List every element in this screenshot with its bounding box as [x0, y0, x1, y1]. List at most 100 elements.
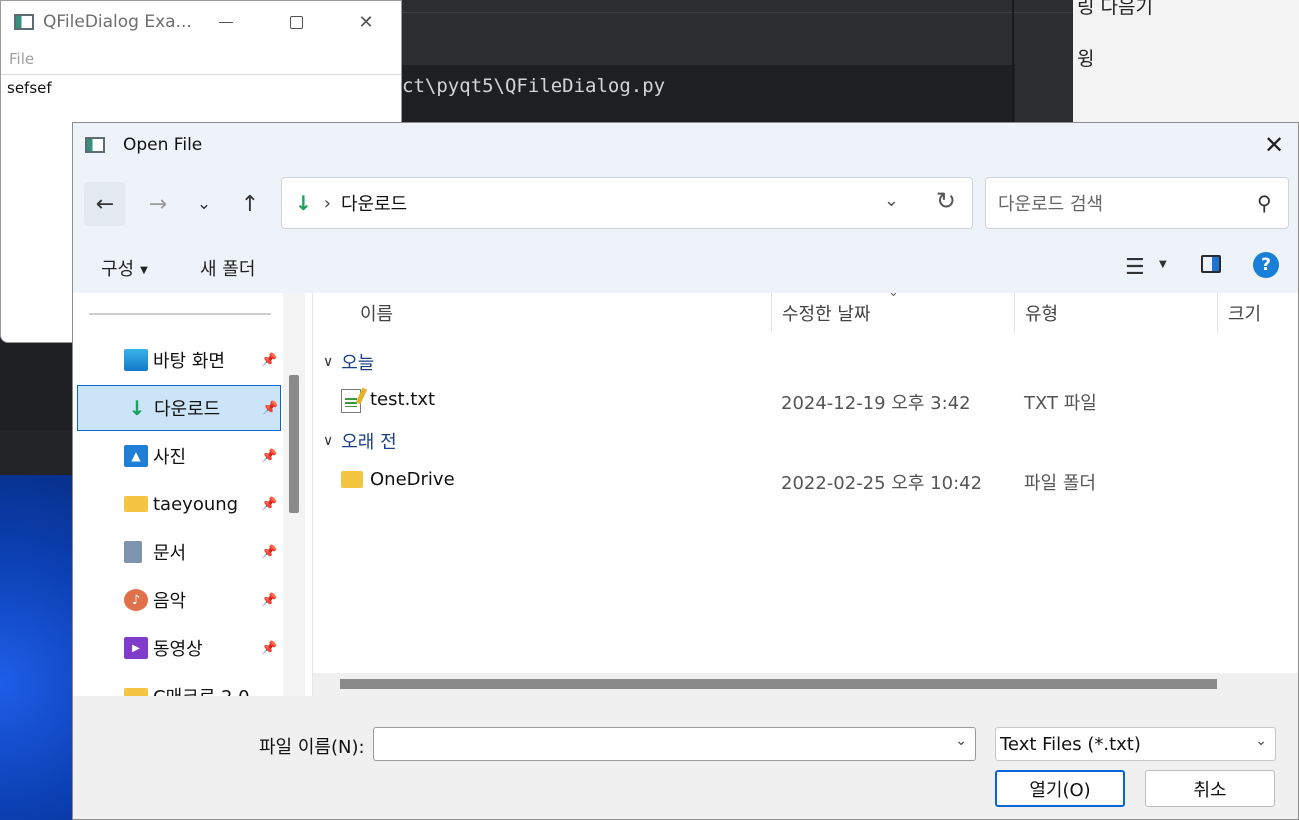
- dialog-close-button[interactable]: ✕: [1256, 127, 1292, 163]
- organize-button[interactable]: 구성 ▼: [101, 255, 148, 281]
- main-titlebar[interactable]: QFileDialog Exa... ✕: [1, 1, 401, 43]
- file-date: 2022-02-25 오후 10:42: [781, 473, 983, 494]
- filter-selected: Text Files (*.txt): [1000, 733, 1141, 755]
- close-icon: ✕: [1263, 131, 1285, 159]
- cancel-button[interactable]: 취소: [1145, 770, 1275, 807]
- address-row: ← → ⌄ ↑ ↓ › 다운로드 ⌄ ↻ 다운로드 검색 ⚲: [73, 167, 1298, 241]
- search-icon[interactable]: ⚲: [1257, 191, 1272, 215]
- arrow-right-icon: →: [148, 191, 168, 217]
- arrow-left-icon: ←: [95, 191, 115, 217]
- pictures-icon: ▲: [124, 445, 148, 467]
- nav-item-label: 바탕 화면: [153, 351, 225, 372]
- content-text: sefsef: [7, 79, 52, 97]
- file-name: OneDrive: [370, 469, 455, 490]
- nav-item-label: 문서: [153, 543, 187, 564]
- nav-item-macro[interactable]: C매크로 2.0: [77, 673, 281, 696]
- nav-item-label: 동영상: [153, 639, 203, 660]
- address-dropdown-button[interactable]: ⌄: [884, 190, 899, 211]
- desktop-icon: [124, 349, 148, 371]
- close-button[interactable]: ✕: [331, 1, 401, 43]
- organize-label: 구성: [101, 259, 135, 280]
- terminal-line: ct\pyqt5\QFileDialog.py: [402, 75, 666, 97]
- download-icon: ↓: [295, 191, 312, 215]
- dialog-titlebar[interactable]: Open File ✕: [73, 123, 1298, 167]
- up-button[interactable]: ↑: [229, 182, 271, 226]
- dialog-app-icon: [85, 137, 105, 153]
- file-type: TXT 파일: [1024, 393, 1097, 414]
- column-separator[interactable]: [771, 293, 772, 333]
- search-input[interactable]: 다운로드 검색 ⚲: [985, 177, 1289, 229]
- file-row[interactable]: test.txt 2024-12-19 오후 3:42 TXT 파일: [313, 381, 1298, 421]
- nav-item-videos[interactable]: ▶ 동영상 📌: [77, 625, 281, 671]
- chevron-down-icon: ⌄: [1255, 733, 1267, 749]
- nav-item-taeyoung[interactable]: taeyoung 📌: [77, 481, 281, 527]
- chevron-down-icon: ∨: [323, 354, 334, 370]
- column-header-size[interactable]: 크기: [1228, 293, 1261, 333]
- help-icon[interactable]: ?: [1253, 252, 1279, 278]
- nav-item-label: 다운로드: [154, 399, 221, 420]
- chevron-down-icon: ⌄: [883, 190, 899, 211]
- new-folder-button[interactable]: 새 폴더: [200, 255, 255, 281]
- file-row[interactable]: OneDrive 2022-02-25 오후 10:42 파일 폴더: [313, 461, 1298, 501]
- nav-item-label: 사진: [153, 447, 187, 468]
- file-date: 2024-12-19 오후 3:42: [781, 393, 971, 414]
- breadcrumb-folder[interactable]: 다운로드: [341, 190, 407, 216]
- menu-bar: File: [1, 43, 401, 75]
- pin-icon: 📌: [262, 400, 279, 416]
- open-button[interactable]: 열기(O): [995, 770, 1125, 807]
- nav-item-desktop[interactable]: 바탕 화면 📌: [77, 337, 281, 383]
- nav-scrollbar-thumb[interactable]: [289, 375, 299, 513]
- group-header-today[interactable]: ∨ 오늘: [323, 349, 374, 375]
- ide-tab-strip: [390, 0, 1075, 13]
- hscrollbar-thumb[interactable]: [340, 679, 1217, 689]
- sort-indicator-icon: ⌄: [888, 285, 899, 300]
- ide-terminal: ct\pyqt5\QFileDialog.py: [390, 65, 1015, 125]
- window-controls: ✕: [191, 1, 401, 43]
- file-name-input[interactable]: ⌄: [373, 727, 976, 761]
- maximize-button[interactable]: [261, 1, 331, 43]
- forward-button[interactable]: →: [137, 182, 179, 226]
- refresh-icon: ↻: [935, 187, 956, 215]
- refresh-button[interactable]: ↻: [936, 187, 956, 215]
- column-header-type[interactable]: 유형: [1025, 293, 1058, 333]
- download-icon: ↓: [128, 396, 146, 420]
- nav-item-documents[interactable]: 문서 📌: [77, 529, 281, 575]
- chevron-down-icon[interactable]: ⌄: [955, 733, 967, 749]
- open-file-dialog: Open File ✕ ← → ⌄ ↑ ↓ › 다운로드 ⌄ ↻ 다운로드 검색…: [72, 122, 1299, 820]
- group-label: 오늘: [341, 353, 375, 374]
- back-button[interactable]: ←: [84, 182, 126, 226]
- caret-down-icon[interactable]: ▼: [1159, 259, 1167, 270]
- menu-file[interactable]: File: [9, 50, 34, 68]
- nav-item-downloads[interactable]: ↓ 다운로드 📌: [77, 385, 281, 431]
- music-icon: ♪: [124, 589, 148, 611]
- nav-item-pictures[interactable]: ▲ 사진 📌: [77, 433, 281, 479]
- maximize-icon: [289, 15, 303, 29]
- column-separator[interactable]: [1217, 293, 1218, 333]
- minimize-icon: [219, 21, 233, 23]
- minimize-button[interactable]: [191, 1, 261, 43]
- background-right-window: 링 다음기 윙: [1073, 0, 1299, 125]
- file-type-filter[interactable]: Text Files (*.txt) ⌄: [995, 727, 1276, 761]
- group-header-long-ago[interactable]: ∨ 오래 전: [323, 428, 397, 454]
- app-icon: [14, 14, 34, 30]
- pane-splitter[interactable]: [305, 293, 313, 696]
- column-header-date[interactable]: 수정한 날짜: [782, 293, 871, 333]
- chevron-down-icon: ∨: [323, 433, 334, 449]
- column-separator[interactable]: [1014, 293, 1015, 333]
- nav-scrollbar[interactable]: [283, 293, 305, 696]
- nav-item-music[interactable]: ♪ 음악 📌: [77, 577, 281, 623]
- file-list-hscrollbar[interactable]: [313, 673, 1298, 696]
- pin-icon: 📌: [261, 448, 278, 464]
- preview-pane-icon[interactable]: [1201, 255, 1221, 273]
- view-options-icon[interactable]: ☰: [1125, 255, 1145, 280]
- recent-locations-button[interactable]: ⌄: [183, 182, 225, 226]
- close-icon: ✕: [358, 11, 374, 33]
- dialog-title: Open File: [123, 135, 203, 155]
- pin-icon: 📌: [261, 496, 278, 512]
- address-bar[interactable]: ↓ › 다운로드 ⌄ ↻: [281, 177, 973, 229]
- column-header-name[interactable]: 이름: [360, 293, 393, 333]
- pin-icon: 📌: [261, 592, 278, 608]
- window-title: QFileDialog Exa...: [43, 12, 192, 32]
- breadcrumb-separator-icon[interactable]: ›: [324, 193, 331, 214]
- background-text: 윙: [1077, 48, 1095, 70]
